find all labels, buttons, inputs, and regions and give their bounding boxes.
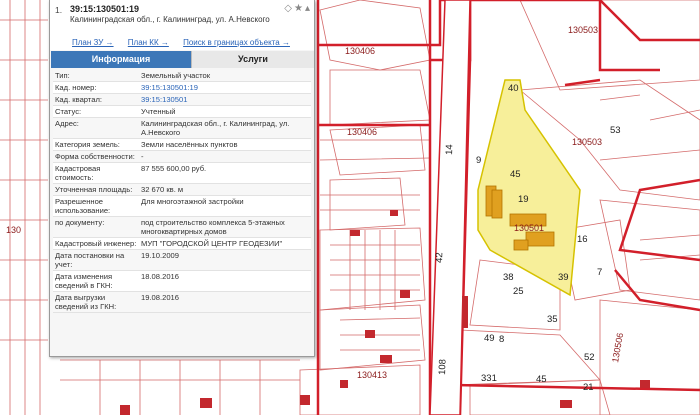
- map-label: 40: [508, 83, 519, 94]
- info-row-key: Адрес:: [55, 119, 79, 128]
- panel-tabs: Информация Услуги: [51, 51, 314, 68]
- map-label: 21: [583, 382, 594, 393]
- info-row-key: Уточненная площадь:: [55, 185, 133, 194]
- map-label: 25: [513, 286, 524, 297]
- result-index: 1.: [55, 5, 63, 15]
- info-row-value: под строительство комплекса 5-этажных мн…: [141, 218, 285, 236]
- map-label: 39: [558, 272, 569, 283]
- info-row-value: 19.10.2009: [141, 251, 180, 260]
- link-plan-kk[interactable]: План КК →: [128, 38, 169, 47]
- info-row: Категория земель: Земли населённых пункто…: [53, 139, 311, 151]
- info-row: Кад. квартал: 39:15:130501: [53, 94, 311, 106]
- address-text: Калининградская обл., г. Калининград, ул…: [70, 15, 270, 24]
- map-label: 130406: [345, 46, 375, 56]
- info-row-value: -: [141, 152, 144, 161]
- tab-information[interactable]: Информация: [51, 51, 191, 68]
- close-icon[interactable]: ◇: [284, 3, 292, 14]
- info-row-key: Кадастровый инженер:: [55, 239, 137, 248]
- map-label: 45: [536, 374, 547, 385]
- map-label: 42: [434, 252, 445, 263]
- info-row-value: 19.08.2016: [141, 293, 180, 302]
- info-row-key: Статус:: [55, 107, 82, 116]
- map-label: 16: [577, 234, 588, 245]
- info-row-key: Кад. номер:: [55, 83, 97, 92]
- map-label: 7: [597, 267, 602, 278]
- info-row-key: Разрешенное использование:: [55, 197, 111, 215]
- info-row-key: Дата выгрузки сведений из ГКН:: [55, 293, 117, 311]
- header-controls: ◇ ★ ▴: [282, 3, 310, 14]
- map-label: 53: [610, 125, 621, 136]
- info-table: Тип: Земельный участок Кад. номер: 39:15:13…: [53, 70, 311, 313]
- map-label: 38: [503, 272, 514, 283]
- info-row-value: Калининградская обл., г. Калининград, ул…: [141, 119, 290, 137]
- tab-services[interactable]: Услуги: [191, 51, 314, 68]
- map-label: 130: [6, 225, 21, 235]
- map-label: 130406: [347, 127, 377, 137]
- info-row-value: Для многоэтажной застройки: [141, 197, 244, 206]
- info-row-value: Учтенный: [141, 107, 176, 116]
- link-plan-zu[interactable]: План ЗУ →: [72, 38, 114, 47]
- map-label: 35: [547, 314, 558, 325]
- map-label: 9: [476, 155, 481, 166]
- info-row: Дата изменения сведений в ГКН: 18.08.2016: [53, 271, 311, 292]
- info-row: Дата постановки на учет: 19.10.2009: [53, 250, 311, 271]
- map-label: 130501: [514, 223, 544, 233]
- info-row-value: 87 555 600,00 руб.: [141, 164, 207, 173]
- info-row-key: Дата постановки на учет:: [55, 251, 125, 269]
- map-label: 19: [518, 194, 529, 205]
- star-icon[interactable]: ★: [294, 3, 303, 14]
- info-row-key: Дата изменения сведений в ГКН:: [55, 272, 113, 290]
- info-row-value[interactable]: 39:15:130501:19: [139, 82, 311, 93]
- info-row-key: по документу:: [55, 218, 105, 227]
- info-row-value: 32 670 кв. м: [141, 185, 184, 194]
- map-label: 8: [499, 334, 504, 345]
- info-row-key: Тип:: [55, 71, 70, 80]
- info-row-key: Кад. квартал:: [55, 95, 103, 104]
- info-row-value: 18.08.2016: [141, 272, 180, 281]
- cad-number-title[interactable]: 39:15:130501:19: [70, 4, 139, 14]
- map-label: 108: [437, 359, 449, 375]
- map-label: 45: [510, 169, 521, 180]
- info-row-key: Форма собственности:: [55, 152, 135, 161]
- link-search-in-bounds[interactable]: Поиск в границах объекта →: [183, 38, 290, 47]
- info-row-key: Кадастровая стоимость:: [55, 164, 101, 182]
- info-row: Кадастровый инженер: МУП "ГОРОДСКОЙ ЦЕНТР…: [53, 238, 311, 250]
- map-label: 14: [444, 144, 455, 155]
- info-row: Кад. номер: 39:15:130501:19: [53, 82, 311, 94]
- action-links: План ЗУ → План КК → Поиск в границах объ…: [72, 38, 302, 47]
- map-label: 49: [484, 333, 495, 344]
- info-row: Тип: Земельный участок: [53, 70, 311, 82]
- info-row: Форма собственности: -: [53, 151, 311, 163]
- map-label: 52: [584, 352, 595, 363]
- info-row: Уточненная площадь: 32 670 кв. м: [53, 184, 311, 196]
- info-row: Кадастровая стоимость: 87 555 600,00 руб.: [53, 163, 311, 184]
- map-label: 130503: [568, 25, 598, 35]
- info-row-value[interactable]: 39:15:130501: [139, 94, 311, 105]
- info-row: Адрес: Калининградская обл., г. Калинингр…: [53, 118, 311, 139]
- map-label: 130413: [357, 370, 387, 380]
- info-row-value: Земли населённых пунктов: [141, 140, 238, 149]
- info-row-key: Категория земель:: [55, 140, 120, 149]
- info-panel: 1. 39:15:130501:19 Калининградская обл.,…: [49, 0, 315, 357]
- info-row: Дата выгрузки сведений из ГКН: 19.08.2016: [53, 292, 311, 313]
- info-row-value: Земельный участок: [141, 71, 211, 80]
- info-row: Статус: Учтенный: [53, 106, 311, 118]
- info-row: по документу: под строительство комплекса…: [53, 217, 311, 238]
- info-row: Разрешенное использование: Для многоэтажн…: [53, 196, 311, 217]
- panel-header: 1. 39:15:130501:19 Калининградская обл.,…: [50, 0, 314, 50]
- map-label: 130503: [572, 137, 602, 147]
- info-row-value: МУП "ГОРОДСКОЙ ЦЕНТР ГЕОДЕЗИИ": [141, 239, 283, 248]
- map-label: 331: [481, 373, 497, 384]
- scroll-up-icon[interactable]: ▴: [305, 3, 310, 14]
